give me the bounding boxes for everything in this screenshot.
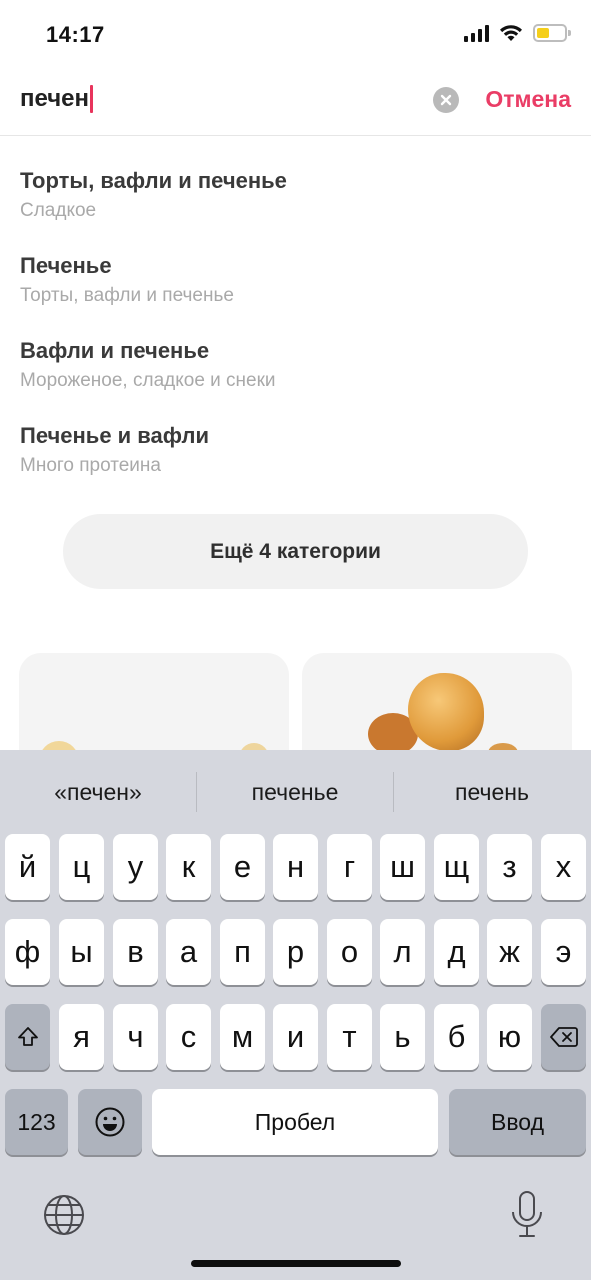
wifi-icon	[500, 25, 522, 41]
key[interactable]: ч	[113, 1004, 158, 1070]
battery-icon	[533, 24, 571, 42]
key[interactable]: с	[166, 1004, 211, 1070]
cancel-button[interactable]: Отмена	[485, 86, 571, 113]
clear-icon[interactable]	[433, 87, 459, 113]
key[interactable]: д	[434, 919, 479, 985]
result-title: Вафли и печенье	[20, 338, 210, 363]
space-key[interactable]: Пробел	[152, 1089, 438, 1155]
result-title: Печенье	[20, 253, 112, 278]
prediction-item[interactable]: печенье	[197, 772, 393, 812]
home-indicator	[191, 1260, 401, 1267]
status-time: 14:17	[46, 22, 105, 47]
key[interactable]: м	[220, 1004, 265, 1070]
key[interactable]: б	[434, 1004, 479, 1070]
cellular-signal-icon	[464, 24, 489, 42]
key[interactable]: ш	[380, 834, 425, 900]
result-subtitle: Сладкое	[20, 200, 97, 221]
search-input[interactable]: печен	[20, 84, 94, 114]
key[interactable]: т	[327, 1004, 372, 1070]
status-icons	[464, 24, 571, 42]
microphone-icon[interactable]	[508, 1190, 546, 1240]
key[interactable]: ф	[5, 919, 50, 985]
key[interactable]: а	[166, 919, 211, 985]
shift-icon[interactable]	[5, 1004, 50, 1070]
key[interactable]: з	[487, 834, 532, 900]
key[interactable]: ы	[59, 919, 104, 985]
key[interactable]: р	[273, 919, 318, 985]
key[interactable]: г	[327, 834, 372, 900]
list-item[interactable]: Торты, вафли и печенье Сладкое	[20, 167, 560, 237]
key[interactable]: в	[113, 919, 158, 985]
key[interactable]: о	[327, 919, 372, 985]
key[interactable]: ж	[487, 919, 532, 985]
key[interactable]: ь	[380, 1004, 425, 1070]
prediction-item[interactable]: печень	[394, 772, 590, 812]
key[interactable]: к	[166, 834, 211, 900]
return-key[interactable]: Ввод	[449, 1089, 586, 1155]
key[interactable]: я	[59, 1004, 104, 1070]
search-query-text: печен	[20, 85, 90, 112]
result-title: Торты, вафли и печенье	[20, 168, 287, 193]
key[interactable]: л	[380, 919, 425, 985]
globe-icon[interactable]	[42, 1193, 86, 1237]
prediction-item[interactable]: «печен»	[0, 772, 196, 812]
search-header: печен Отмена	[0, 70, 591, 136]
result-subtitle: Мороженое, сладкое и снеки	[20, 370, 276, 391]
key[interactable]: й	[5, 834, 50, 900]
emoji-icon[interactable]	[78, 1089, 142, 1155]
result-subtitle: Торты, вафли и печенье	[20, 285, 234, 306]
key[interactable]: ю	[487, 1004, 532, 1070]
list-item[interactable]: Печенье Торты, вафли и печенье	[20, 252, 560, 322]
key[interactable]: н	[273, 834, 318, 900]
key[interactable]: щ	[434, 834, 479, 900]
key[interactable]: ц	[59, 834, 104, 900]
product-image-detail	[408, 673, 484, 751]
backspace-icon[interactable]	[541, 1004, 586, 1070]
more-categories-button[interactable]: Ещё 4 категории	[63, 514, 528, 589]
key[interactable]: и	[273, 1004, 318, 1070]
key[interactable]: п	[220, 919, 265, 985]
result-subtitle: Много протеина	[20, 455, 161, 476]
prediction-bar: «печен» печенье печень	[0, 750, 591, 832]
key[interactable]: у	[113, 834, 158, 900]
key[interactable]: э	[541, 919, 586, 985]
list-item[interactable]: Вафли и печенье Мороженое, сладкое и сне…	[20, 337, 560, 407]
key[interactable]: х	[541, 834, 586, 900]
text-caret	[90, 85, 94, 113]
status-bar: 14:17	[0, 0, 591, 70]
list-item[interactable]: Печенье и вафли Много протеина	[20, 422, 560, 492]
keyboard: «печен» печенье печень й ц у к е н г ш щ…	[0, 750, 591, 1280]
key[interactable]: е	[220, 834, 265, 900]
numbers-key[interactable]: 123	[5, 1089, 68, 1155]
result-title: Печенье и вафли	[20, 423, 209, 448]
